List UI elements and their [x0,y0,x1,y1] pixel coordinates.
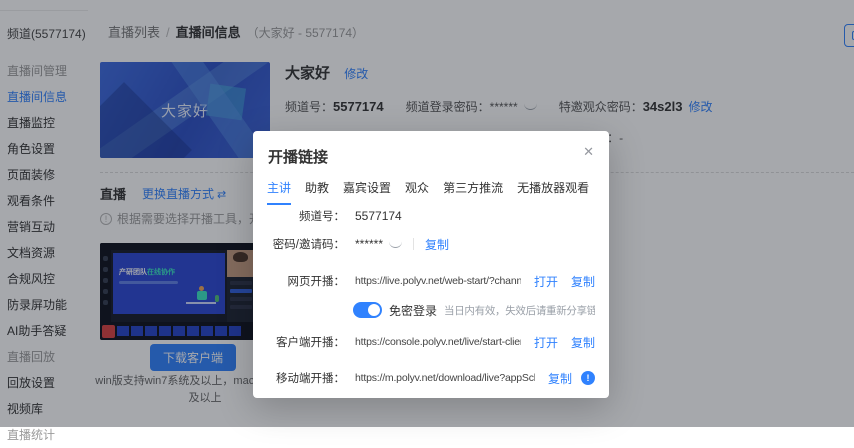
tab-no-player-watch[interactable]: 无播放器观看 [517,179,589,205]
password-row: 密码/邀请码： ****** 复制 [261,234,595,254]
open-web-broadcast-link[interactable]: 打开 [534,273,558,290]
copy-mobile-broadcast-link[interactable]: 复制 [548,370,572,387]
password-value: ****** [355,237,384,251]
passwordless-login-toggle[interactable] [353,302,382,318]
web-broadcast-label: 网页开播： [287,276,346,288]
web-broadcast-row: 网页开播： https://live.polyv.net/web-start/?… [261,271,596,291]
tab-presenter[interactable]: 主讲 [267,179,292,205]
vertical-divider [413,238,415,250]
mobile-broadcast-url: https://m.polyv.net/download/live?appSch… [355,372,535,384]
eye-closed-icon[interactable] [389,241,403,248]
copy-password-link[interactable]: 复制 [425,236,449,253]
mobile-broadcast-label: 移动端开播： [276,373,345,385]
password-label: 密码/邀请码： [272,239,345,251]
tab-audience[interactable]: 观众 [405,179,429,205]
passwordless-login-label: 免密登录 [389,303,438,318]
client-broadcast-label: 客户端开播： [276,337,345,349]
client-broadcast-url: https://console.polyv.net/live/start-cli… [355,336,521,348]
mobile-broadcast-row: 移动端开播： https://m.polyv.net/download/live… [261,368,595,388]
open-client-broadcast-link[interactable]: 打开 [534,334,558,351]
channel-number-row: 频道号： 5577174 [261,206,595,226]
tab-assistant[interactable]: 助教 [305,179,329,205]
channel-number-label: 频道号： [299,211,345,223]
close-icon[interactable]: ✕ [583,144,594,160]
copy-web-broadcast-link[interactable]: 复制 [571,273,595,290]
tab-third-party-push[interactable]: 第三方推流 [443,179,503,205]
client-broadcast-row: 客户端开播： https://console.polyv.net/live/st… [261,332,595,352]
copy-client-broadcast-link[interactable]: 复制 [571,334,595,351]
passwordless-login-row: 免密登录 当日内有效，失效后请重新分享链接，或输入密码登录 [261,300,595,320]
broadcast-link-dialog: 开播链接 ✕ 主讲 助教 嘉宾设置 观众 第三方推流 无播放器观看 频道号： 5… [253,131,609,398]
dialog-title: 开播链接 [268,149,329,166]
passwordless-login-hint: 当日内有效，失效后请重新分享链接，或输入密码登录 [444,304,595,317]
exclamation-circle-icon[interactable]: ! [581,371,595,385]
web-broadcast-url: https://live.polyv.net/web-start/?channe… [355,275,521,287]
channel-number-value: 5577174 [355,209,402,223]
tab-guest-settings[interactable]: 嘉宾设置 [343,179,391,205]
dialog-tabs: 主讲 助教 嘉宾设置 观众 第三方推流 无播放器观看 [267,179,589,205]
